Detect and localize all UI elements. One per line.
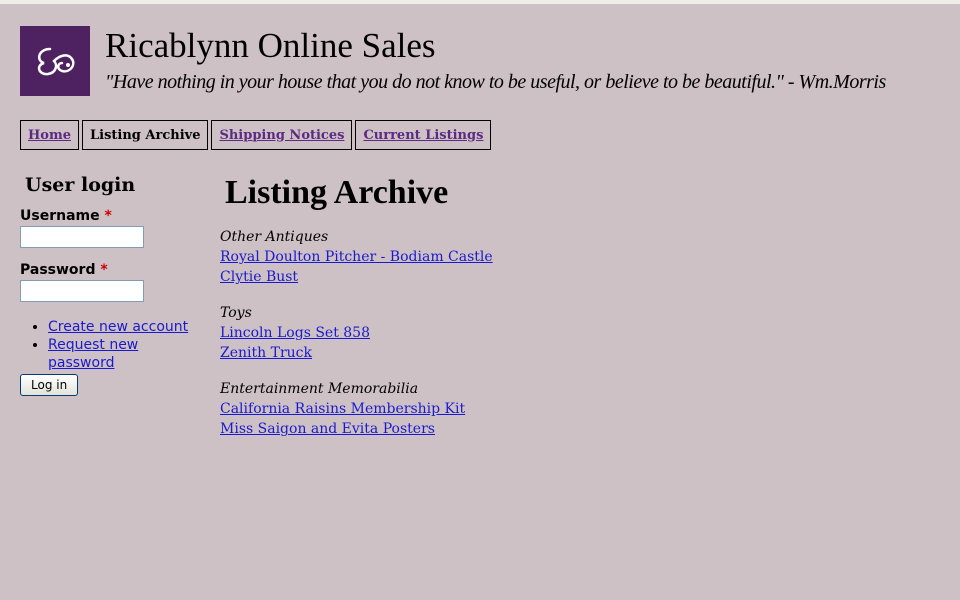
password-input[interactable]	[20, 280, 144, 302]
listing-link[interactable]: Zenith Truck	[220, 343, 493, 363]
login-links: Create new account Request new password	[20, 318, 200, 372]
nav-link-listing-archive[interactable]: Listing Archive	[90, 128, 200, 143]
category-other-antiques: Other Antiques Royal Doulton Pitcher - B…	[220, 227, 493, 287]
username-input[interactable]	[20, 226, 144, 248]
required-marker: *	[100, 262, 108, 278]
listing-link[interactable]: California Raisins Membership Kit	[220, 399, 493, 419]
category-name: Toys	[220, 305, 252, 322]
login-title: User login	[25, 174, 136, 196]
login-button[interactable]: Log in	[20, 374, 79, 396]
listing-link[interactable]: Royal Doulton Pitcher - Bodiam Castle	[220, 247, 493, 267]
main-content: Listing Archive Other Antiques Royal Dou…	[220, 174, 493, 455]
request-password-link[interactable]: Request new password	[48, 337, 138, 371]
nav-link-shipping-notices[interactable]: Shipping Notices	[219, 128, 344, 143]
create-account-link[interactable]: Create new account	[48, 319, 188, 335]
site-name[interactable]: Ricablynn Online Sales	[105, 26, 436, 66]
listing-link[interactable]: Miss Saigon and Evita Posters	[220, 419, 493, 439]
nav-link-current-listings[interactable]: Current Listings	[363, 128, 483, 143]
swirl-monogram-icon	[37, 47, 75, 76]
required-marker: *	[104, 208, 112, 224]
username-label: Username *	[20, 208, 112, 224]
nav-item-current-listings[interactable]: Current Listings	[355, 120, 492, 150]
primary-nav: Home Listing Archive Shipping Notices Cu…	[20, 120, 492, 150]
listing-link[interactable]: Clytie Bust	[220, 267, 493, 287]
listing-link[interactable]: Lincoln Logs Set 858	[220, 323, 493, 343]
nav-link-home[interactable]: Home	[28, 128, 71, 143]
list-item: Create new account	[48, 318, 200, 336]
list-item: Request new password	[48, 336, 200, 372]
category-name: Entertainment Memorabilia	[220, 381, 419, 398]
nav-item-home[interactable]: Home	[20, 120, 79, 150]
nav-item-shipping-notices[interactable]: Shipping Notices	[211, 120, 353, 150]
password-label: Password *	[20, 262, 108, 278]
category-name: Other Antiques	[220, 229, 329, 246]
login-sidebar: User login Username * Password * Create …	[20, 174, 200, 396]
page-title: Listing Archive	[225, 174, 449, 211]
site-logo[interactable]	[20, 26, 90, 96]
site-slogan: "Have nothing in your house that you do …	[105, 71, 886, 93]
category-entertainment-memorabilia: Entertainment Memorabilia California Rai…	[220, 379, 493, 439]
nav-item-listing-archive[interactable]: Listing Archive	[81, 120, 209, 150]
category-toys: Toys Lincoln Logs Set 858 Zenith Truck	[220, 303, 493, 363]
